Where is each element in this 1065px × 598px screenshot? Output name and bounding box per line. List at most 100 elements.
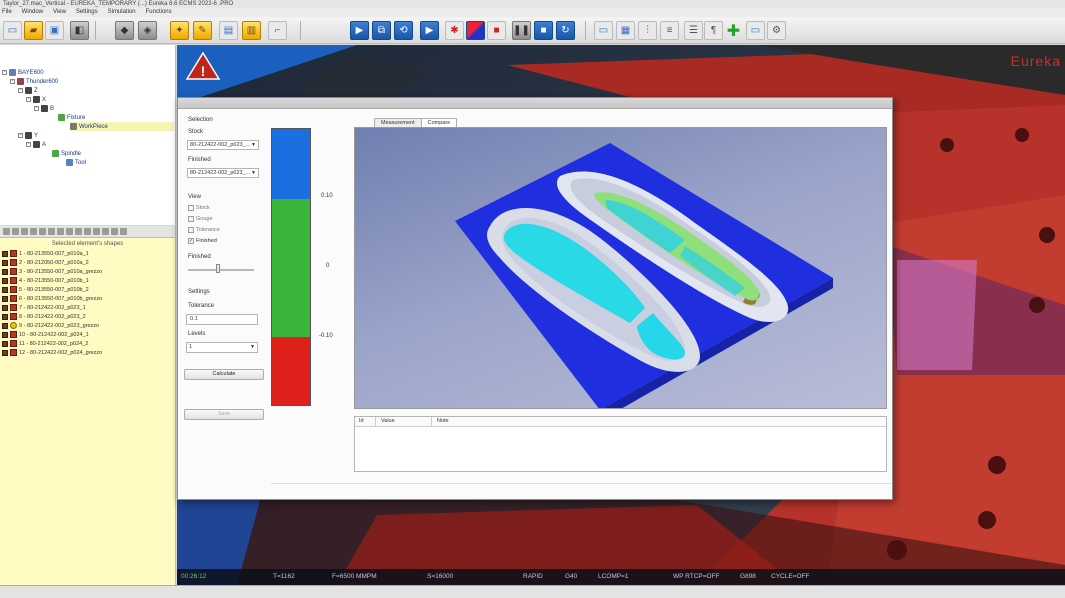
settings-icon[interactable] — [120, 228, 127, 235]
color-icon[interactable] — [21, 228, 28, 235]
shape-checkbox[interactable] — [2, 322, 8, 329]
menu-simulation[interactable]: Simulation — [108, 8, 136, 17]
play-icon[interactable]: ▶ — [420, 21, 439, 40]
monitor-icon[interactable]: ▭ — [594, 21, 613, 40]
stock-checkbox[interactable]: Stock — [188, 205, 210, 211]
tree-item-spindle[interactable]: Spindle — [52, 149, 81, 158]
shape-row[interactable]: 12 - 80-212422-002_p024_grezzo — [0, 348, 175, 357]
finished-slider-track[interactable] — [188, 269, 254, 271]
list-icon[interactable]: ☰ — [684, 21, 703, 40]
visible-icon[interactable] — [30, 228, 37, 235]
pause-icon[interactable]: ❚❚ — [512, 21, 531, 40]
tolerance-checkbox[interactable]: Tolerance — [188, 227, 220, 233]
open-folder-icon[interactable]: ▰ — [24, 21, 43, 40]
shape-checkbox[interactable] — [2, 331, 8, 338]
play-to-icon[interactable]: ▶ — [350, 21, 369, 40]
tree-item-b[interactable]: -B — [34, 104, 54, 113]
shape-swatch[interactable] — [10, 331, 17, 338]
delete-icon[interactable] — [111, 228, 118, 235]
stock-icon[interactable]: ◧ — [70, 21, 89, 40]
book-icon[interactable]: ▤ — [219, 21, 238, 40]
window-icon[interactable]: ▦ — [616, 21, 635, 40]
finished-slider-thumb[interactable] — [215, 264, 220, 273]
compare-3d-view[interactable] — [354, 127, 887, 409]
dialog-titlebar[interactable] — [178, 98, 892, 109]
tree-item-workpiece[interactable]: WorkPiece — [70, 122, 174, 131]
list-icon[interactable] — [93, 228, 100, 235]
shape-checkbox[interactable] — [2, 286, 8, 293]
tolerance-input[interactable]: 0.1 — [186, 314, 258, 325]
remove-icon[interactable] — [12, 228, 19, 235]
move-up-icon[interactable] — [48, 228, 55, 235]
shape-row[interactable]: 4 - 80-213550-007_p010b_1 — [0, 276, 175, 285]
report-icon[interactable]: ▥ — [242, 21, 261, 40]
shape-checkbox[interactable] — [2, 304, 8, 311]
shape-swatch[interactable] — [10, 277, 17, 284]
gear-icon[interactable]: ⚙ — [767, 21, 786, 40]
edit-icon[interactable]: ✎ — [193, 21, 212, 40]
reset-icon[interactable]: ↻ — [556, 21, 575, 40]
check-icon[interactable]: ✓ — [188, 238, 194, 244]
shape-row[interactable]: 8 - 80-212422-002_p023_2 — [0, 312, 175, 321]
cube-settings-icon[interactable]: ◈ — [138, 21, 157, 40]
move-icon[interactable]: ✚ — [724, 21, 743, 40]
shape-row[interactable]: 3 - 80-213550-007_p010a_grezzo — [0, 267, 175, 276]
export-icon[interactable] — [75, 228, 82, 235]
step-icon[interactable]: ⧉ — [372, 21, 391, 40]
shape-checkbox[interactable] — [2, 277, 8, 284]
text-icon[interactable]: ¶ — [704, 21, 723, 40]
import-icon[interactable] — [66, 228, 73, 235]
shape-checkbox[interactable] — [2, 250, 8, 257]
shape-checkbox[interactable] — [2, 268, 8, 275]
shape-swatch[interactable] — [10, 250, 17, 257]
shape-swatch[interactable] — [10, 322, 17, 329]
shape-swatch[interactable] — [10, 340, 17, 347]
save-button[interactable]: Save — [184, 409, 264, 420]
tree-item-z[interactable]: -Z — [18, 86, 38, 95]
finished-select[interactable]: 80-212422-002_p023_... ▼ — [187, 168, 259, 178]
shape-swatch[interactable] — [10, 349, 17, 356]
menu-functions[interactable]: Functions — [146, 8, 172, 17]
stock-select[interactable]: 80-212422-002_p023_... ▼ — [187, 140, 259, 150]
col-id[interactable]: Id — [359, 418, 364, 424]
shape-checkbox[interactable] — [2, 313, 8, 320]
checkbox-box[interactable] — [188, 227, 194, 233]
menu-settings[interactable]: Settings — [76, 8, 98, 17]
shape-row[interactable]: 6 - 80-213550-007_p010b_grezzo — [0, 294, 175, 303]
robot-arm-icon[interactable]: ⌐ — [268, 21, 287, 40]
col-value[interactable]: Value — [381, 418, 395, 424]
shape-row[interactable]: 1 - 80-213550-007_p010a_1 — [0, 249, 175, 258]
shape-swatch[interactable] — [10, 268, 17, 275]
shape-row[interactable]: 2 - 80-212050-007_p010a_2 — [0, 258, 175, 267]
menu-file[interactable]: File — [2, 8, 12, 17]
params-icon[interactable]: ≡ — [660, 21, 679, 40]
gouge-checkbox[interactable]: Gouge — [188, 216, 213, 222]
shape-checkbox[interactable] — [2, 259, 8, 266]
screen-icon[interactable]: ▭ — [746, 21, 765, 40]
col-note[interactable]: Note — [437, 418, 449, 424]
tree-item-y[interactable]: -Y — [18, 131, 38, 140]
tree-item-a[interactable]: -A — [26, 140, 46, 149]
shape-checkbox[interactable] — [2, 295, 8, 302]
tab-compare[interactable]: Compare — [420, 118, 458, 127]
finished-checkbox[interactable]: ✓ Finished — [188, 238, 217, 244]
collision-icon[interactable]: ✱ — [445, 21, 464, 40]
shape-row[interactable]: 9 - 80-212422-002_p023_grezzo — [0, 321, 175, 330]
shape-row[interactable]: 7 - 80-212422-002_p023_1 — [0, 303, 175, 312]
add-icon[interactable] — [3, 228, 10, 235]
properties-icon[interactable] — [84, 228, 91, 235]
shape-swatch[interactable] — [10, 259, 17, 266]
levels-select[interactable]: 1 ▼ — [186, 342, 258, 353]
variables-icon[interactable]: ⫶ — [638, 21, 657, 40]
shape-checkbox[interactable] — [2, 349, 8, 356]
stop-sim-icon[interactable]: ■ — [534, 21, 553, 40]
shape-checkbox[interactable] — [2, 340, 8, 347]
checkbox-box[interactable] — [188, 216, 194, 222]
hide-icon[interactable] — [39, 228, 46, 235]
tree-item-arm[interactable]: - Thunder600 — [10, 77, 58, 86]
shape-row[interactable]: 10 - 80-212422-002_p024_1 — [0, 330, 175, 339]
loop-icon[interactable]: ⟲ — [394, 21, 413, 40]
tree-item-tool[interactable]: Tool — [66, 158, 86, 167]
grid-icon[interactable] — [102, 228, 109, 235]
shape-swatch[interactable] — [10, 313, 17, 320]
